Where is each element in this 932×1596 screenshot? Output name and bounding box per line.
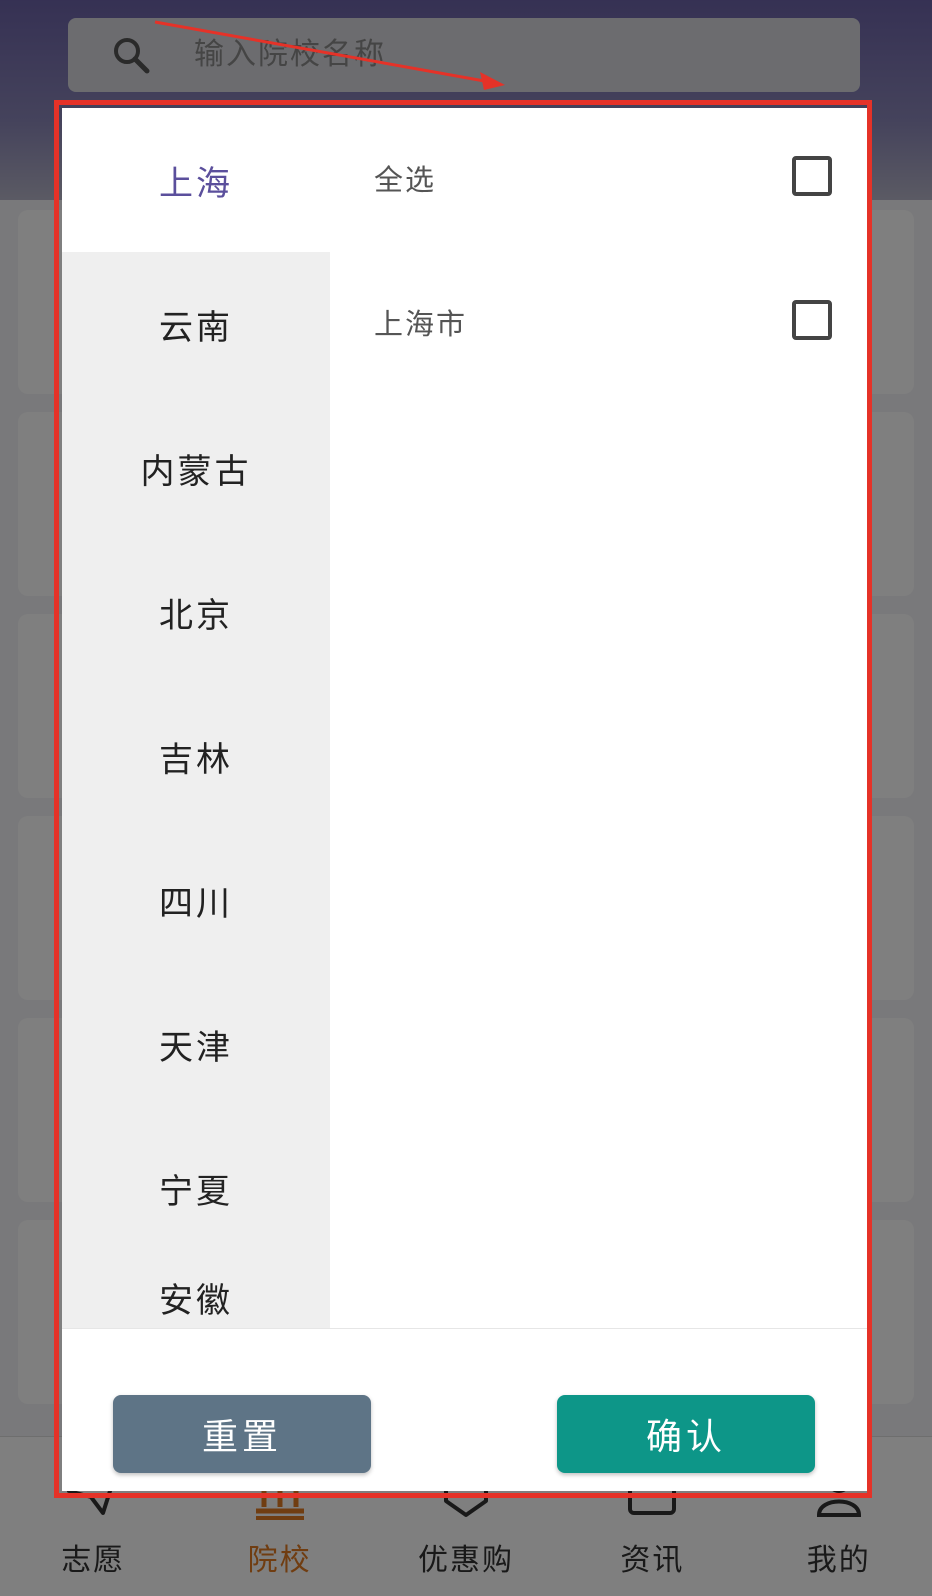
city-list: 全选 上海市 (330, 108, 867, 1328)
province-label: 安徽 (159, 1281, 233, 1321)
province-item-anhui[interactable]: 安徽 (62, 1260, 330, 1322)
province-label: 吉林 (159, 739, 233, 780)
reset-button[interactable]: 重置 (113, 1395, 371, 1473)
province-item-ningxia[interactable]: 宁夏 (62, 1116, 330, 1260)
province-list[interactable]: 上海 云南 内蒙古 北京 吉林 四川 天津 宁夏 安徽 (62, 108, 330, 1328)
province-item-jilin[interactable]: 吉林 (62, 684, 330, 828)
province-label: 北京 (159, 595, 233, 636)
province-label: 四川 (159, 883, 233, 924)
province-label: 天津 (159, 1027, 233, 1068)
city-label: 上海市 (374, 307, 468, 341)
province-item-tianjin[interactable]: 天津 (62, 972, 330, 1116)
screen: 输入院校名称 志愿 院校 优惠购 (0, 0, 932, 1596)
province-item-yunnan[interactable]: 云南 (62, 252, 330, 396)
select-all-checkbox[interactable] (792, 156, 832, 196)
province-label: 上海 (159, 163, 233, 204)
province-item-inner-mongolia[interactable]: 内蒙古 (62, 396, 330, 540)
province-label: 内蒙古 (140, 451, 252, 492)
city-row-shanghai-city[interactable]: 上海市 (330, 252, 867, 396)
province-item-shanghai[interactable]: 上海 (62, 108, 330, 252)
province-item-beijing[interactable]: 北京 (62, 540, 330, 684)
dialog-footer: 重置 确认 (62, 1328, 867, 1491)
region-filter-dialog: 上海 云南 内蒙古 北京 吉林 四川 天津 宁夏 安徽 全选 上海市 重置 确认 (62, 108, 867, 1491)
province-item-sichuan[interactable]: 四川 (62, 828, 330, 972)
select-all-label: 全选 (374, 163, 437, 197)
city-row-select-all[interactable]: 全选 (330, 108, 867, 252)
confirm-button[interactable]: 确认 (557, 1395, 815, 1473)
province-label: 宁夏 (159, 1171, 233, 1212)
city-checkbox[interactable] (792, 300, 832, 340)
province-label: 云南 (159, 307, 233, 348)
